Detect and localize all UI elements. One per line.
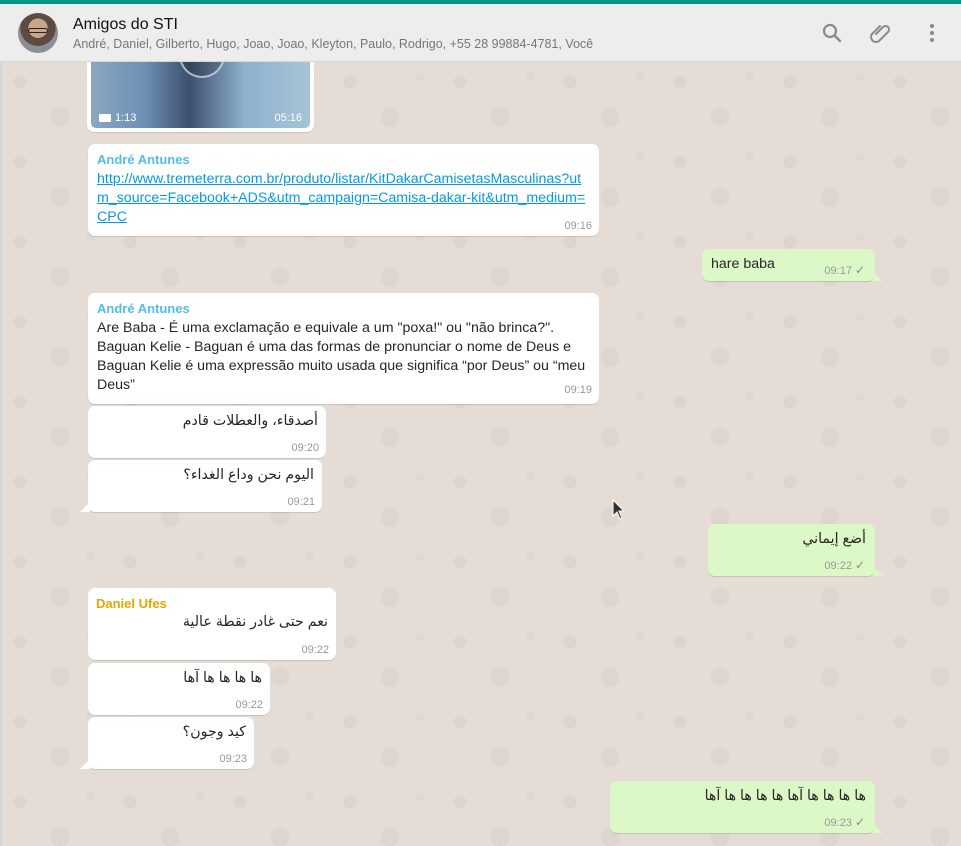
message-time: 09:23	[219, 753, 247, 765]
participants-list[interactable]: André, Daniel, Gilberto, Hugo, Joao, Joa…	[73, 37, 593, 51]
mouse-cursor-icon	[612, 499, 626, 520]
incoming-message[interactable]: André Antunes Are Baba - É uma exclamaçã…	[88, 293, 599, 404]
incoming-message[interactable]: أصدقاء، والعطلات قادم 09:20	[88, 406, 326, 458]
group-avatar[interactable]	[18, 13, 58, 53]
play-icon[interactable]	[179, 62, 225, 78]
message-text: Are Baba - É uma exclamação e equivale a…	[97, 320, 586, 393]
video-thumbnail[interactable]: 1:13 05:16	[91, 62, 310, 128]
message-text: نعم حتى غادر نقطة عالية	[182, 614, 328, 630]
sender-name[interactable]: André Antunes	[97, 152, 590, 167]
message-time: 09:21	[287, 496, 315, 508]
sender-name[interactable]: André Antunes	[97, 301, 590, 316]
more-vertical-icon[interactable]	[920, 21, 944, 45]
message-text: hare baba	[711, 256, 775, 272]
message-time: 09:19	[564, 384, 592, 396]
message-link[interactable]: http://www.tremeterra.com.br/produto/lis…	[97, 170, 590, 227]
incoming-message[interactable]: Daniel Ufes نعم حتى غادر نقطة عالية 09:2…	[88, 588, 336, 660]
video-camera-icon	[99, 114, 111, 123]
chat-title[interactable]: Amigos do STI	[73, 16, 178, 34]
video-duration: 1:13	[99, 112, 136, 124]
incoming-message[interactable]: اليوم نحن وداع الغداء؟ 09:21	[80, 460, 322, 512]
sent-check-icon: ✓	[854, 263, 865, 277]
message-text: اليوم نحن وداع الغداء؟	[183, 467, 314, 483]
sender-name[interactable]: Daniel Ufes	[96, 596, 328, 611]
message-text: ها ها ها ها آها	[183, 670, 262, 686]
incoming-message[interactable]: André Antunes http://www.tremeterra.com.…	[88, 144, 599, 236]
chat-header[interactable]: Amigos do STI André, Daniel, Gilberto, H…	[0, 4, 961, 62]
outgoing-message[interactable]: ها ها ها ها آها ها ها ها ها آها 09:23 ✓	[610, 781, 883, 833]
message-time: 09:22	[235, 699, 263, 711]
sent-check-icon: ✓	[854, 558, 865, 572]
message-text: أصدقاء، والعطلات قادم	[182, 413, 318, 429]
search-icon[interactable]	[820, 21, 844, 45]
pane-divider	[0, 62, 2, 846]
sent-check-icon: ✓	[854, 815, 865, 829]
paperclip-icon[interactable]	[869, 21, 893, 45]
message-time: 09:22	[301, 644, 329, 656]
message-time: 09:20	[291, 442, 319, 454]
video-message[interactable]: 1:13 05:16	[87, 62, 314, 132]
message-time: 09:23 ✓	[824, 815, 865, 829]
message-time: 09:16	[564, 220, 592, 232]
message-time: 05:16	[274, 112, 302, 124]
outgoing-message[interactable]: hare baba 09:17 ✓	[702, 249, 883, 281]
message-text: أضع إيماني	[802, 531, 866, 547]
message-text: ها ها ها ها آها ها ها ها ها آها	[704, 788, 866, 804]
message-time: 09:22 ✓	[824, 558, 865, 572]
incoming-message[interactable]: كيد وجون؟ 09:23	[80, 717, 254, 769]
outgoing-message[interactable]: أضع إيماني 09:22 ✓	[708, 524, 883, 576]
incoming-message[interactable]: ها ها ها ها آها 09:22	[88, 663, 270, 715]
message-time: 09:17 ✓	[824, 263, 865, 277]
message-text: كيد وجون؟	[182, 724, 246, 740]
